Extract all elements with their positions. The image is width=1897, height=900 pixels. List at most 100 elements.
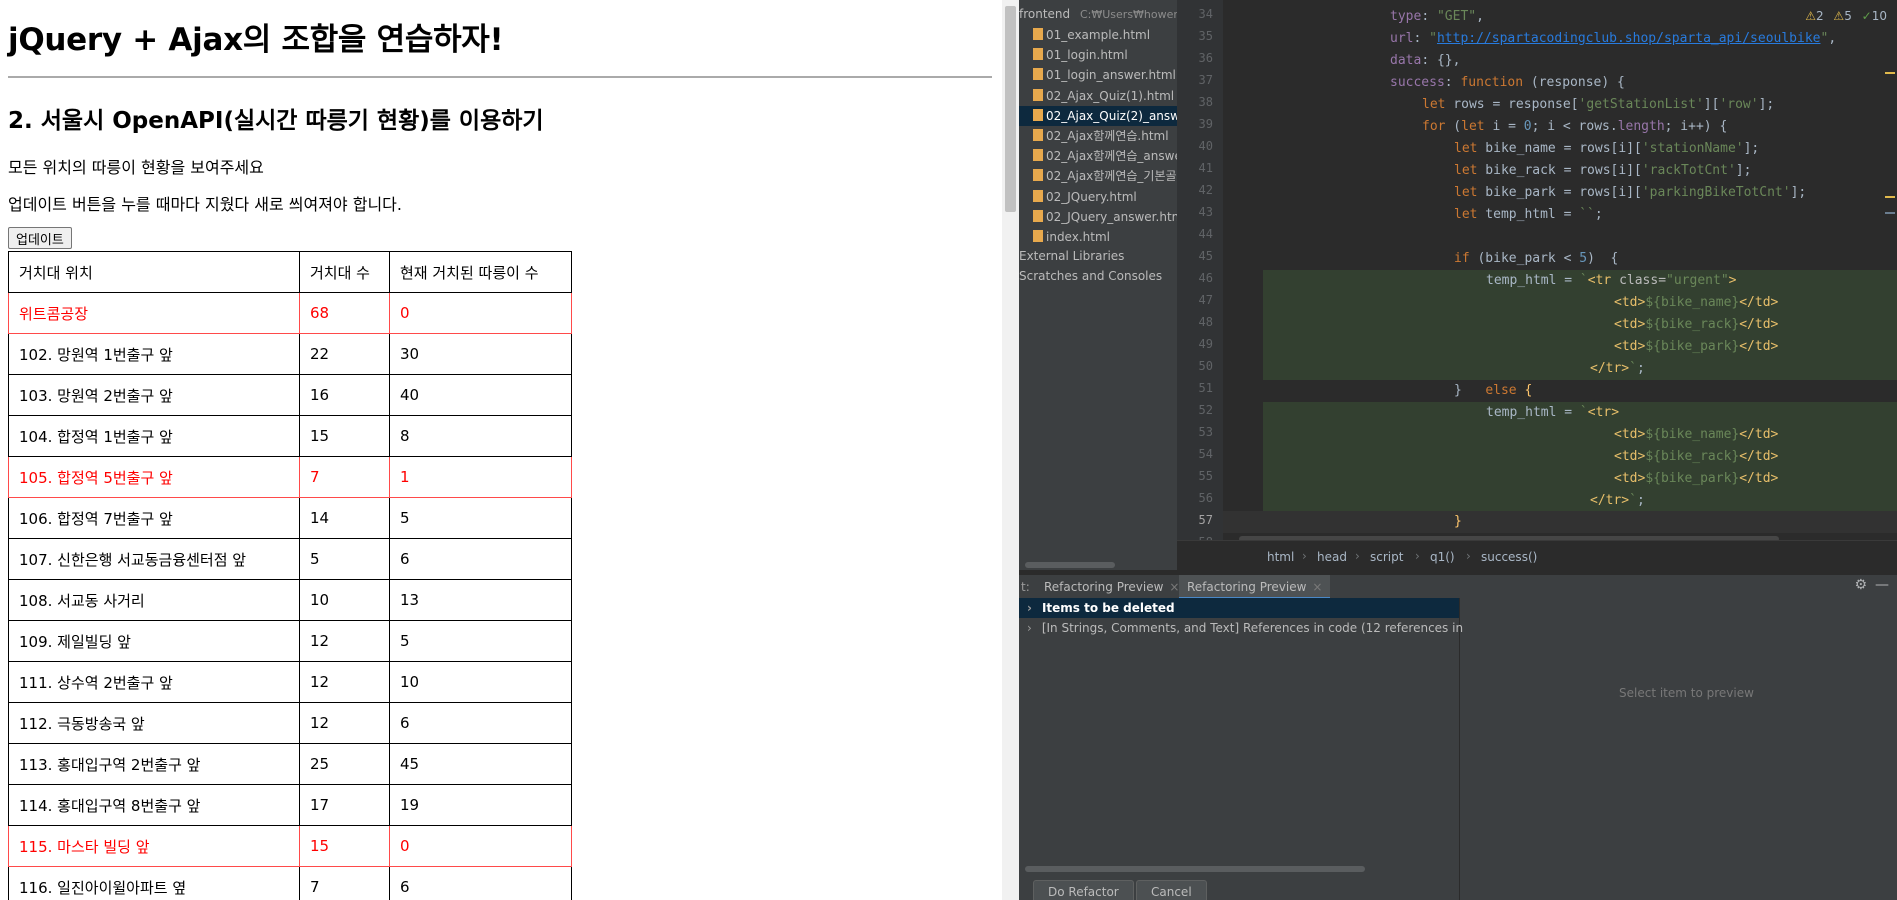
cell-park: 19 (389, 784, 572, 826)
table-row: 112. 극동방송국 앞 12 6 (8, 702, 572, 744)
do-refactor-button[interactable]: Do Refactor (1033, 880, 1134, 900)
cancel-button[interactable]: Cancel (1136, 880, 1207, 900)
scrollbar-thumb[interactable] (1005, 6, 1016, 212)
header-location: 거치대 위치 (8, 251, 300, 293)
scratches-and-consoles[interactable]: Scratches and Consoles (1019, 266, 1162, 286)
weak-warning-icon: ⚠ (1833, 9, 1845, 23)
file-item[interactable]: 02_Ajax_Quiz(2)_answer.ht (1019, 105, 1177, 126)
description-1: 모든 위치의 따릉이 현황을 보여주세요 (8, 158, 264, 177)
file-item[interactable]: 02_Ajax_Quiz(1).html (1033, 86, 1174, 106)
inspection-widget[interactable]: ⚠2 ⚠5 ✓10 (1805, 9, 1887, 23)
crumb-head[interactable]: head (1317, 550, 1347, 564)
code-line: success: function (response) { (1390, 75, 1625, 90)
description-2: 업데이트 버튼을 누를 때마다 지웠다 새로 씌여져야 합니다. (8, 195, 402, 214)
code-line: let bike_park = rows[i]['parkingBikeTotC… (1454, 185, 1807, 200)
ide-window: frontend C:₩Users₩hower₩D 01_example.htm… (1019, 0, 1897, 900)
cell-rack: 12 (299, 702, 390, 744)
line-number: 53 (1198, 425, 1213, 439)
line-number: 55 (1198, 469, 1213, 483)
cell-park: 30 (389, 333, 572, 375)
cell-name: 108. 서교동 사거리 (8, 579, 300, 621)
refactoring-preview-panel: › Items to be deleted › [In Strings, Comme… (1019, 598, 1897, 900)
file-item[interactable]: 01_login.html (1033, 45, 1128, 65)
line-number: 56 (1198, 491, 1213, 505)
cell-rack: 68 (299, 292, 390, 334)
table-row: 111. 상수역 2번출구 앞 12 10 (8, 661, 572, 703)
cell-name: 111. 상수역 2번출구 앞 (8, 661, 300, 703)
header-parked-count: 현재 거치된 따릉이 수 (389, 251, 572, 293)
project-hscroll-thumb[interactable] (1025, 562, 1115, 568)
project-root-path: C:₩Users₩hower₩D (1079, 8, 1177, 21)
tab-refactoring-preview-1[interactable]: Refactoring Preview × (1036, 575, 1187, 599)
code-line: let bike_rack = rows[i]['rackTotCnt']; (1454, 163, 1752, 178)
line-number: 39 (1198, 117, 1213, 131)
browser-page: jQuery + Ajax의 조합을 연습하자! 2. 서울시 OpenAPI(… (0, 0, 1002, 900)
cell-name: 104. 합정역 1번출구 앞 (8, 415, 300, 457)
table-row: 105. 합정역 5번출구 앞71 (8, 456, 572, 498)
preview-placeholder: Select item to preview (1619, 686, 1754, 700)
file-label: 01_example.html (1046, 28, 1151, 42)
tree-node-items-to-delete[interactable]: › Items to be deleted (1019, 598, 1459, 618)
warning-count-1: 2 (1815, 9, 1824, 23)
file-item[interactable]: 01_example.html (1033, 25, 1150, 45)
cell-name: 115. 마스타 빌딩 앞 (8, 825, 300, 867)
tree-node-references[interactable]: › [In Strings, Comments, and Text] Refere… (1027, 618, 1463, 638)
file-label: index.html (1046, 230, 1110, 244)
crumb-script[interactable]: script (1370, 550, 1403, 564)
line-number: 52 (1198, 403, 1213, 417)
chevron-right-icon: › (1466, 549, 1471, 563)
code-editor[interactable]: type: "GET", url: "http://spartacodingcl… (1223, 0, 1897, 540)
file-item[interactable]: index.html (1033, 227, 1110, 247)
project-panel: frontend C:₩Users₩hower₩D 01_example.htm… (1019, 0, 1177, 560)
cell-rack: 17 (299, 784, 390, 826)
gear-icon[interactable]: ⚙ (1854, 577, 1867, 593)
project-root[interactable]: frontend C:₩Users₩hower₩D (1019, 4, 1177, 24)
html-file-icon (1033, 149, 1043, 162)
code-line: </tr>`; (1590, 493, 1645, 508)
code-line: <td>${bike_rack}</td> (1614, 317, 1779, 332)
tab-refactoring-preview-2[interactable]: Refactoring Preview × (1179, 575, 1331, 599)
table-row: 102. 망원역 1번출구 앞 22 30 (8, 333, 572, 375)
cell-rack: 15 (299, 825, 390, 867)
file-label: 01_login_answer.html (1046, 68, 1176, 83)
project-hscroll[interactable] (1019, 560, 1177, 570)
table-body: 위트콤공장 68 0 102. 망원역 1번출구 앞 22 30 103. 망원역 2번출구… (8, 292, 572, 900)
file-item[interactable]: 01_login_answer.html (1033, 65, 1176, 85)
file-label: 02_Ajax함께연습_기본골격 (1046, 169, 1177, 184)
line-number: 37 (1198, 73, 1213, 87)
html-file-icon (1033, 88, 1043, 101)
file-item[interactable]: 02_Ajax함께연습_기본골격 (1033, 166, 1177, 186)
file-item[interactable]: 02_JQuery.html (1033, 187, 1137, 207)
cell-rack: 7 (299, 456, 390, 498)
table-row: 109. 제일빌딩 앞 12 5 (8, 620, 572, 662)
close-icon[interactable]: × (1169, 580, 1179, 594)
crumb-html[interactable]: html (1267, 550, 1294, 564)
cell-name: 116. 일진아이윌아파트 옆 (8, 866, 300, 900)
file-item[interactable]: 02_JQuery_answer.html (1033, 207, 1177, 227)
cell-name: 114. 홍대입구역 8번출구 앞 (8, 784, 300, 826)
cell-rack: 12 (299, 620, 390, 662)
file-item[interactable]: 02_Ajax함께연습_answer.h (1033, 146, 1177, 166)
browser-scrollbar[interactable] (1002, 0, 1019, 900)
cell-name: 113. 홍대입구역 2번출구 앞 (8, 743, 300, 785)
table-row: 114. 홍대입구역 8번출구 앞 17 19 (8, 784, 572, 826)
cell-name: 109. 제일빌딩 앞 (8, 620, 300, 662)
editor-gutter: 34 35 36 37 38 39 40 41 42 43 44 45 46 47 48 49 50 51 52 53… (1177, 0, 1223, 549)
file-item[interactable]: 02_Ajax함께연습.html (1033, 126, 1169, 146)
update-button[interactable]: 업데이트 (8, 227, 72, 249)
cell-rack: 7 (299, 866, 390, 900)
code-line: temp_html = `<tr> (1486, 405, 1620, 420)
page-title: jQuery + Ajax의 조합을 연습하자! (8, 22, 504, 58)
file-label: 02_Ajax_Quiz(1).html (1046, 88, 1175, 103)
crumb-q1[interactable]: q1() (1430, 550, 1455, 564)
external-libraries[interactable]: External Libraries (1019, 246, 1124, 266)
cell-rack: 12 (299, 661, 390, 703)
crumb-success[interactable]: success() (1481, 550, 1537, 564)
minimize-icon[interactable]: — (1875, 577, 1889, 593)
cell-rack: 5 (299, 538, 390, 580)
tree-node-label: [In Strings, Comments, and Text] Referen… (1041, 621, 1464, 635)
tree-hscroll[interactable] (1025, 866, 1365, 872)
file-label: 01_login.html (1046, 48, 1128, 63)
close-icon[interactable]: × (1312, 580, 1322, 594)
cell-name: 102. 망원역 1번출구 앞 (8, 333, 300, 375)
